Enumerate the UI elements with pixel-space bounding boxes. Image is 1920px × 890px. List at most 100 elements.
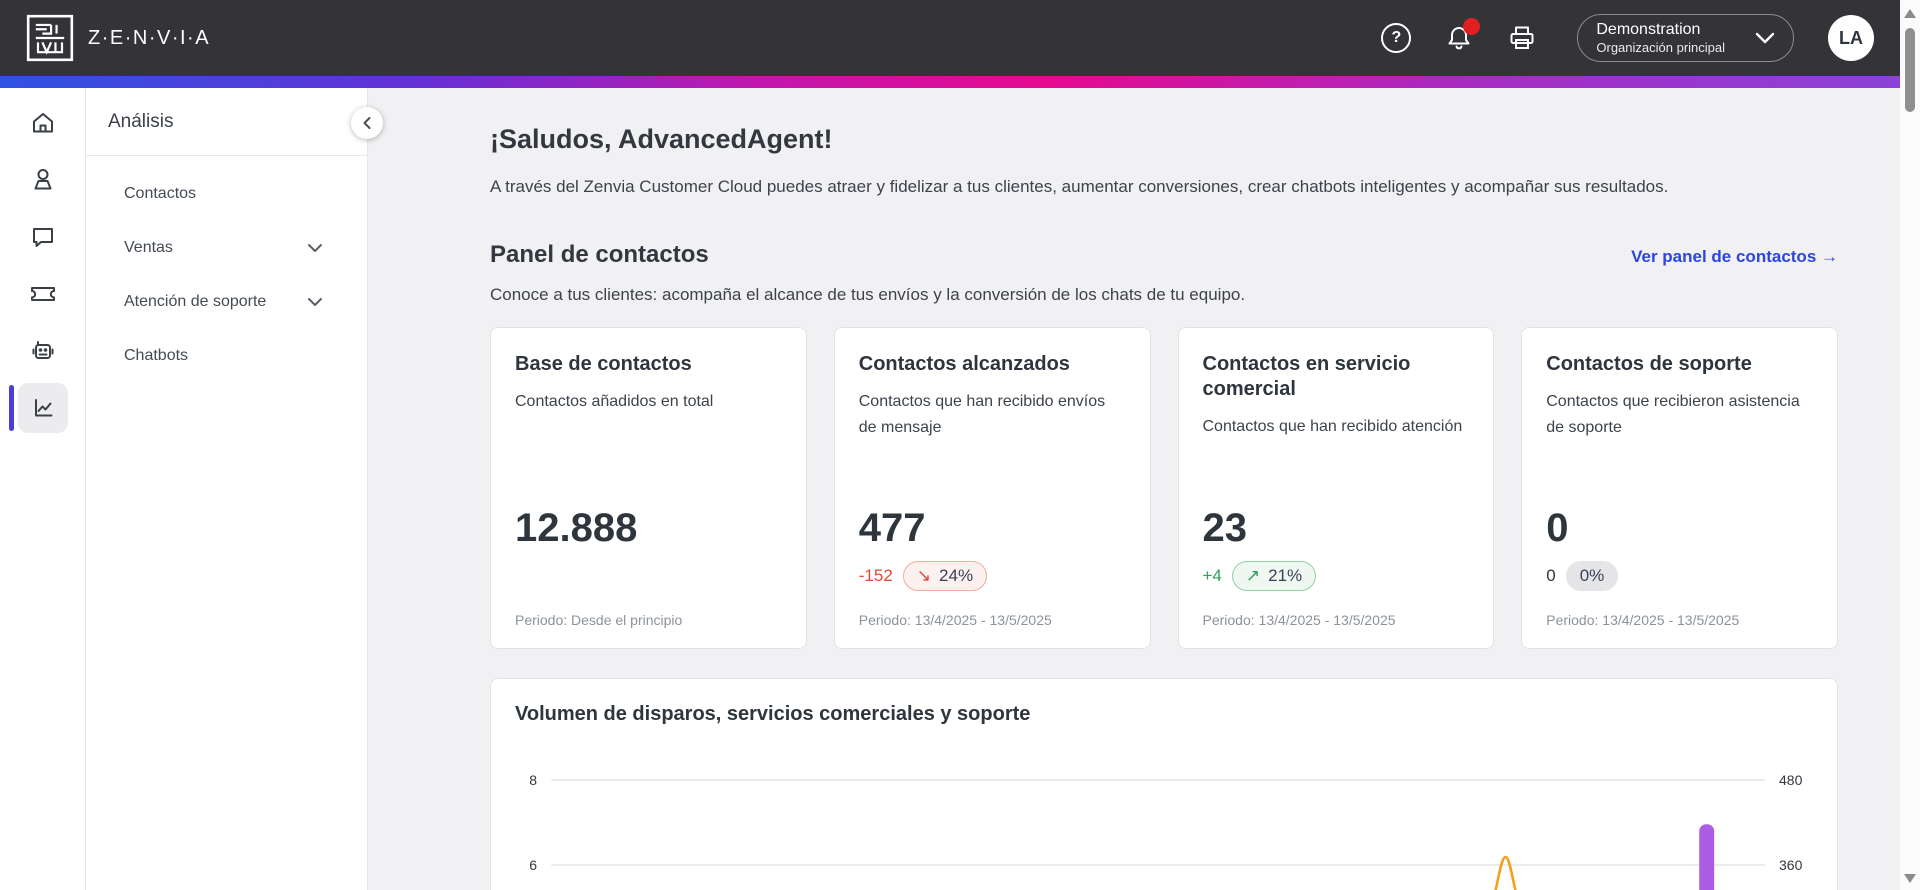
kpi-cards-row: Base de contactos Contactos añadidos en … <box>490 327 1838 649</box>
intro-text: A través del Zenvia Customer Cloud puede… <box>490 177 1669 196</box>
card-value: 0 <box>1546 506 1569 550</box>
topbar-actions: ? Demonstration Organización principal L… <box>1381 14 1874 62</box>
delta-value: +4 <box>1202 566 1222 585</box>
card-subtitle: Contactos que han recibido atención <box>1202 418 1463 435</box>
zenvia-logo-icon <box>26 14 74 62</box>
vertical-scrollbar[interactable] <box>1900 0 1920 890</box>
gridline <box>551 864 1765 866</box>
card-title: Contactos de soporte <box>1546 353 1752 375</box>
home-icon <box>32 113 53 133</box>
trend-percent: 24% <box>939 566 974 585</box>
scrollbar-thumb[interactable] <box>1905 28 1915 112</box>
trend-percent: 21% <box>1268 566 1303 585</box>
card-contactos-alcanzados: Contactos alcanzados Contactos que han r… <box>833 327 1151 649</box>
sidebar-item-label: Chatbots <box>124 347 189 364</box>
user-avatar[interactable]: LA <box>1828 15 1874 61</box>
trend-badge: ↗ 21% <box>1231 561 1317 591</box>
sidebar-item-chatbots[interactable]: Chatbots <box>86 329 367 383</box>
organization-subtitle: Organización principal <box>1596 39 1725 55</box>
scroll-up-arrow-icon[interactable] <box>1904 9 1916 18</box>
rail-item-tickets[interactable] <box>18 269 68 319</box>
view-contacts-panel-link[interactable]: Ver panel de contactos → <box>1631 247 1838 267</box>
card-period: Periodo: 13/4/2025 - 13/5/2025 <box>858 612 1052 628</box>
sidebar-item-label: Atención de soporte <box>124 293 267 310</box>
greeting-heading: ¡Saludos, AdvancedAgent! <box>490 124 833 154</box>
notification-badge-dot <box>1463 18 1481 35</box>
sidebar-item-label: Ventas <box>124 239 173 256</box>
help-icon: ? <box>1381 23 1412 53</box>
chat-bubble-icon <box>32 228 53 247</box>
rail-item-chatbots[interactable] <box>18 326 68 376</box>
sidebar-menu: Contactos Ventas Atención de soporte Cha… <box>86 156 367 383</box>
person-icon <box>34 169 51 190</box>
sidebar-title: Análisis <box>108 110 174 132</box>
main-content: ¡Saludos, AdvancedAgent! A través del Ze… <box>368 88 1900 890</box>
card-period: Periodo: 13/4/2025 - 13/5/2025 <box>1546 612 1740 628</box>
analysis-sidebar: Análisis Contactos Ventas Atención de so… <box>86 88 383 890</box>
card-contactos-servicio-comercial: Contactos en servicio comercial Contacto… <box>1177 327 1495 649</box>
chevron-down-icon <box>1755 32 1775 44</box>
panel-subtitle: Conoce a tus clientes: acompaña el alcan… <box>490 285 1246 304</box>
card-subtitle: Contactos que recibieron asistencia de s… <box>1546 393 1800 436</box>
brand-wordmark: Z·E·N·V·I·A <box>88 26 211 49</box>
left-axis-tick: 8 <box>529 772 537 788</box>
sidebar-item-contactos[interactable]: Contactos <box>86 167 367 221</box>
card-subtitle: Contactos que han recibido envíos de men… <box>858 393 1106 436</box>
trend-badge: ↘ 24% <box>902 561 988 591</box>
scroll-down-arrow-icon[interactable] <box>1904 874 1916 883</box>
volume-chart-card: Volumen de disparos, servicios comercial… <box>490 678 1838 890</box>
panel-header-row: Panel de contactos Ver panel de contacto… <box>490 241 1838 269</box>
delta-value: -152 <box>858 566 893 585</box>
organization-selector[interactable]: Demonstration Organización principal <box>1577 14 1794 62</box>
trend-up-icon: ↗ <box>1245 566 1261 585</box>
card-title: Contactos en servicio comercial <box>1202 353 1411 400</box>
card-subtitle: Contactos añadidos en total <box>515 393 714 410</box>
help-button[interactable]: ? <box>1381 23 1412 53</box>
sidebar-item-label: Contactos <box>124 185 197 202</box>
rail-item-home[interactable] <box>18 98 68 148</box>
card-period: Periodo: 13/4/2025 - 13/5/2025 <box>1202 612 1396 628</box>
chevron-left-icon <box>363 117 371 129</box>
card-period: Periodo: Desde el principio <box>515 612 683 628</box>
chart-title: Volumen de disparos, servicios comercial… <box>515 703 1031 725</box>
sidebar-header: Análisis <box>86 88 383 156</box>
card-delta-row: -152 ↘ 24% <box>859 560 1126 592</box>
notifications-button[interactable] <box>1445 18 1481 52</box>
card-contactos-de-soporte: Contactos de soporte Contactos que recib… <box>1521 327 1838 649</box>
brand: Z·E·N·V·I·A <box>26 14 210 62</box>
sidebar-item-ventas[interactable]: Ventas <box>86 221 367 275</box>
trend-badge: 0% <box>1565 561 1619 591</box>
rail-item-analytics[interactable] <box>8 383 68 433</box>
top-bar: Z·E·N·V·I·A ? Demonstration Organización… <box>0 0 1900 76</box>
card-value: 12.888 <box>515 506 638 550</box>
gridline-row-top: 8 480 <box>515 770 1813 790</box>
card-value: 23 <box>1202 506 1248 550</box>
gridline <box>551 779 1765 781</box>
organization-name: Demonstration <box>1596 20 1701 38</box>
organization-labels: Demonstration Organización principal <box>1596 20 1725 56</box>
ticket-icon <box>30 287 55 301</box>
sidebar-item-atencion-soporte[interactable]: Atención de soporte <box>86 275 367 329</box>
active-item-indicator <box>8 385 14 431</box>
trend-down-icon: ↘ <box>916 566 932 585</box>
brand-gradient-bar <box>0 76 1900 88</box>
card-base-de-contactos: Base de contactos Contactos añadidos en … <box>490 327 807 649</box>
trend-percent: 0% <box>1579 566 1605 585</box>
icon-rail <box>0 88 86 890</box>
panel-title: Panel de contactos <box>490 241 709 268</box>
card-title: Contactos alcanzados <box>858 353 1070 375</box>
print-button[interactable] <box>1507 23 1537 53</box>
chevron-down-icon <box>308 244 322 252</box>
rail-item-contacts[interactable] <box>18 155 68 205</box>
right-axis-tick: 480 <box>1779 772 1803 788</box>
right-axis-tick: 360 <box>1779 857 1803 873</box>
chevron-down-icon <box>308 298 322 306</box>
card-delta-row: +4 ↗ 21% <box>1203 560 1470 592</box>
printer-icon <box>1510 26 1534 49</box>
sidebar-collapse-button[interactable] <box>351 107 383 139</box>
left-axis-tick: 6 <box>529 857 537 873</box>
card-value: 477 <box>858 506 926 550</box>
card-delta-row: 0 0% <box>1546 560 1813 592</box>
rail-item-conversations[interactable] <box>18 212 68 262</box>
card-title: Base de contactos <box>515 353 692 375</box>
